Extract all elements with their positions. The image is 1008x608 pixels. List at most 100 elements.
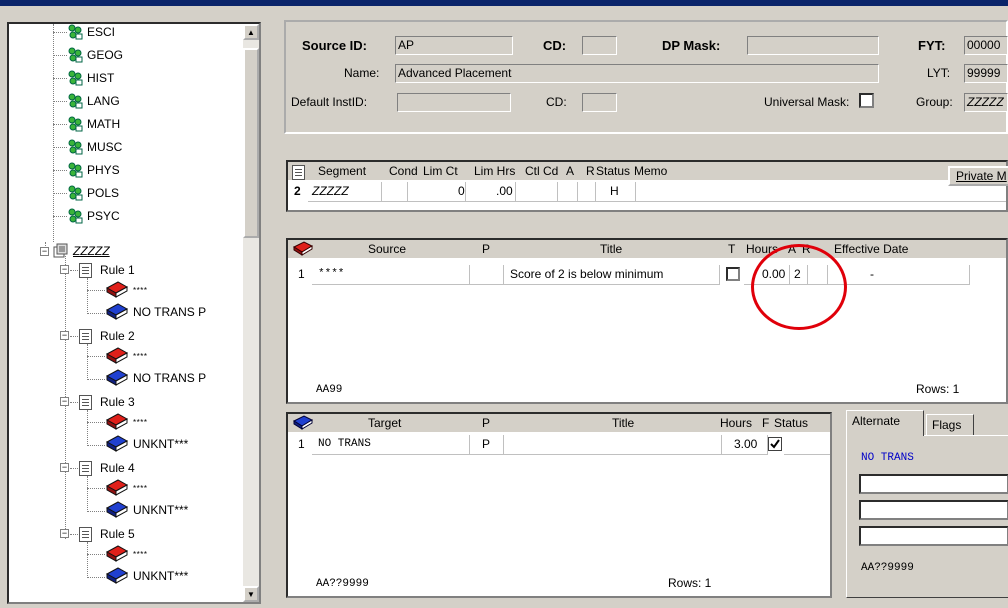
source-rows-count: Rows: 1 (916, 382, 960, 396)
collapse-toggle[interactable]: − (60, 529, 69, 538)
tree-item-rule[interactable]: Rule 1 (79, 260, 135, 280)
cd2-field[interactable] (582, 93, 617, 112)
default-instid-field[interactable] (397, 93, 511, 112)
tree-item-subject[interactable]: MUSC (67, 137, 122, 157)
tree-item-source[interactable]: **** (105, 544, 147, 564)
lim-hrs-cell[interactable]: .00 (496, 184, 513, 198)
source-row[interactable]: 1 **** Score of 2 is below minimum 0.00 … (288, 265, 1006, 285)
tree-item-subject[interactable]: PSYC (67, 206, 120, 226)
a-cell[interactable] (558, 182, 578, 202)
p-cell[interactable]: P (482, 437, 490, 451)
tree-item-subject[interactable]: MATH (67, 114, 120, 134)
segment-cell[interactable]: ZZZZZ (312, 184, 349, 198)
source-cell[interactable]: **** (318, 268, 344, 280)
group-icon (53, 243, 68, 258)
tree-item-target[interactable]: UNKNT*** (105, 434, 188, 454)
lim-ct-cell[interactable]: 0 (458, 184, 465, 198)
tree-item-target[interactable]: NO TRANS P (105, 302, 206, 322)
collapse-toggle[interactable]: − (40, 247, 49, 256)
group-field[interactable]: ZZZZZ (964, 93, 1008, 112)
tree-item-source[interactable]: **** (105, 346, 147, 366)
tree-item-target-label: UNKNT*** (133, 503, 189, 517)
tree-item-group[interactable]: ZZZZZ (53, 241, 110, 261)
status-cell[interactable]: H (610, 184, 619, 198)
col-header: F (762, 416, 770, 430)
segment-row[interactable]: 2 ZZZZZ 0 .00 H (288, 182, 1006, 202)
collapse-toggle[interactable]: − (60, 397, 69, 406)
tree-item-rule[interactable]: Rule 2 (79, 326, 135, 346)
f-checkbox-checked[interactable] (768, 437, 782, 451)
tree-guide-line (70, 270, 78, 271)
red-book-icon (105, 545, 129, 562)
tree-guide-line (87, 488, 105, 489)
tree-item-rule-label: Rule 5 (100, 527, 135, 541)
tree-item-rule[interactable]: Rule 3 (79, 392, 135, 412)
alternate-field-1[interactable] (859, 474, 1008, 494)
title-cell[interactable]: Score of 2 is below minimum (510, 267, 663, 281)
fyt-field[interactable]: 00000 (964, 36, 1008, 55)
col-header: Target (368, 416, 402, 430)
p-cell[interactable] (470, 265, 504, 285)
tree-item-subject[interactable]: POLS (67, 183, 119, 203)
target-row[interactable]: 1 NO TRANS P 3.00 (288, 435, 830, 455)
tree-item-subject[interactable]: LANG (67, 91, 120, 111)
lyt-field[interactable]: 99999 (964, 64, 1008, 83)
tree-guide-line (70, 534, 78, 535)
tab-alternate[interactable]: Alternate (846, 410, 924, 436)
tree-item-rule[interactable]: Rule 4 (79, 458, 135, 478)
subject-group-icon (68, 70, 83, 86)
universal-mask-checkbox[interactable] (859, 93, 874, 108)
target-cell[interactable]: NO TRANS (318, 438, 371, 450)
tree-guide-line (70, 402, 78, 403)
subject-group-icon (68, 139, 83, 155)
row-number: 1 (298, 267, 305, 281)
tree-item-source[interactable]: **** (105, 412, 147, 432)
tree-item-subject[interactable]: GEOG (67, 45, 123, 65)
tree-guide-line (87, 577, 105, 578)
dp-mask-label: DP Mask: (662, 38, 721, 53)
hours-cell[interactable]: 3.00 (734, 437, 757, 451)
tree-item-label: PHYS (87, 163, 120, 177)
title-cell[interactable] (504, 435, 722, 455)
collapse-toggle[interactable]: − (60, 331, 69, 340)
cond-cell[interactable] (382, 182, 408, 202)
highlight-circle (751, 244, 847, 330)
tab-flags[interactable]: Flags (926, 414, 974, 436)
r-cell[interactable] (578, 182, 596, 202)
col-header: Lim Hrs (474, 164, 516, 178)
scroll-thumb[interactable] (243, 48, 259, 238)
source-grid: Source P Title T Hours A R Effective Dat… (286, 238, 1008, 404)
tree-item-source[interactable]: **** (105, 478, 147, 498)
collapse-toggle[interactable]: − (60, 463, 69, 472)
target-grid-header: Target P Title Hours F Status (288, 414, 830, 432)
tree-item-target[interactable]: NO TRANS P (105, 368, 206, 388)
private-memo-button[interactable]: Private M (948, 166, 1008, 186)
t-checkbox[interactable] (726, 267, 740, 281)
tree-item-target[interactable]: UNKNT*** (105, 566, 188, 586)
alternate-field-2[interactable] (859, 500, 1008, 520)
default-instid-label: Default InstID: (291, 95, 368, 109)
tree-scrollbar[interactable]: ▲ ▼ (243, 24, 259, 602)
collapse-toggle[interactable]: − (60, 265, 69, 274)
tree-item-subject[interactable]: HIST (67, 68, 114, 88)
dp-mask-field[interactable] (747, 36, 879, 55)
red-book-icon (105, 347, 129, 364)
scroll-up-button[interactable]: ▲ (243, 24, 259, 40)
tree-item-source[interactable]: **** (105, 280, 147, 300)
cd-field[interactable] (582, 36, 617, 55)
tree-item-target-label: NO TRANS P (133, 371, 207, 385)
source-id-field[interactable]: AP (395, 36, 513, 55)
status-cell[interactable] (784, 435, 830, 455)
tree-item-target[interactable]: UNKNT*** (105, 500, 188, 520)
ctl-cd-cell[interactable] (516, 182, 558, 202)
name-field[interactable]: Advanced Placement (395, 64, 879, 83)
effective-date-cell[interactable]: - (870, 267, 874, 281)
blue-book-icon (105, 369, 129, 386)
alternate-value: NO TRANS (861, 452, 914, 464)
scroll-down-button[interactable]: ▼ (243, 586, 259, 602)
tree-item-subject[interactable]: ESCI (67, 24, 115, 42)
tree-guide-line (87, 410, 88, 446)
alternate-field-3[interactable] (859, 526, 1008, 546)
tree-item-subject[interactable]: PHYS (67, 160, 120, 180)
tree-item-rule[interactable]: Rule 5 (79, 524, 135, 544)
